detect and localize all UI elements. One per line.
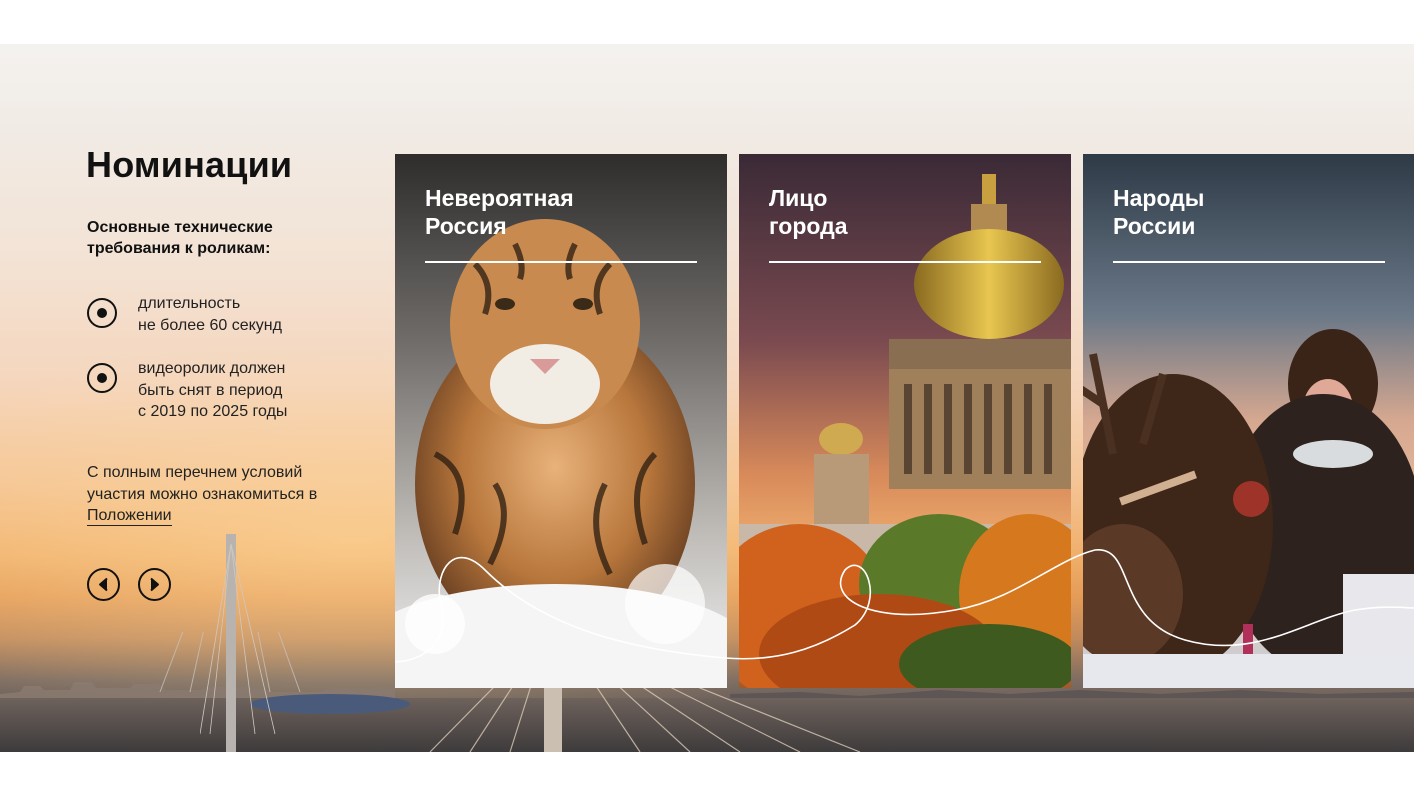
page: Номинации Основные технические требовани…: [0, 0, 1414, 795]
nomination-card-city-face[interactable]: Лицо города: [739, 154, 1071, 688]
card-divider: [769, 261, 1041, 263]
next-slide-button[interactable]: [138, 568, 171, 601]
nomination-card-incredible-russia[interactable]: Невероятная Россия: [395, 154, 727, 688]
requirement-item: видеоролик должен быть снят в период с 2…: [87, 360, 287, 423]
requirement-item: длительность не более 60 секунд: [87, 295, 282, 336]
conditions-text: С полным перечнем условий участия можно …: [87, 464, 318, 526]
regulations-link[interactable]: Положении: [87, 507, 172, 526]
requirements-heading: Основные технические требования к ролика…: [87, 219, 273, 257]
nomination-card-peoples-of-russia[interactable]: Народы России: [1083, 154, 1414, 688]
radio-bullet-icon: [87, 298, 117, 328]
requirement-text: длительность не более 60 секунд: [138, 295, 282, 334]
card-title: Народы России: [1113, 185, 1205, 239]
bridge-pylon-image: [200, 534, 276, 752]
prev-slide-button[interactable]: [87, 568, 120, 601]
requirement-text: видеоролик должен быть снят в период с 2…: [138, 360, 288, 420]
section-title: Номинации: [86, 144, 293, 185]
card-divider: [425, 261, 697, 263]
card-divider: [1113, 261, 1385, 263]
chevron-left-icon: [99, 577, 108, 592]
card-title: Невероятная Россия: [425, 185, 574, 239]
radio-bullet-icon: [87, 363, 117, 393]
chevron-right-icon: [150, 577, 159, 592]
card-title: Лицо города: [769, 185, 848, 239]
